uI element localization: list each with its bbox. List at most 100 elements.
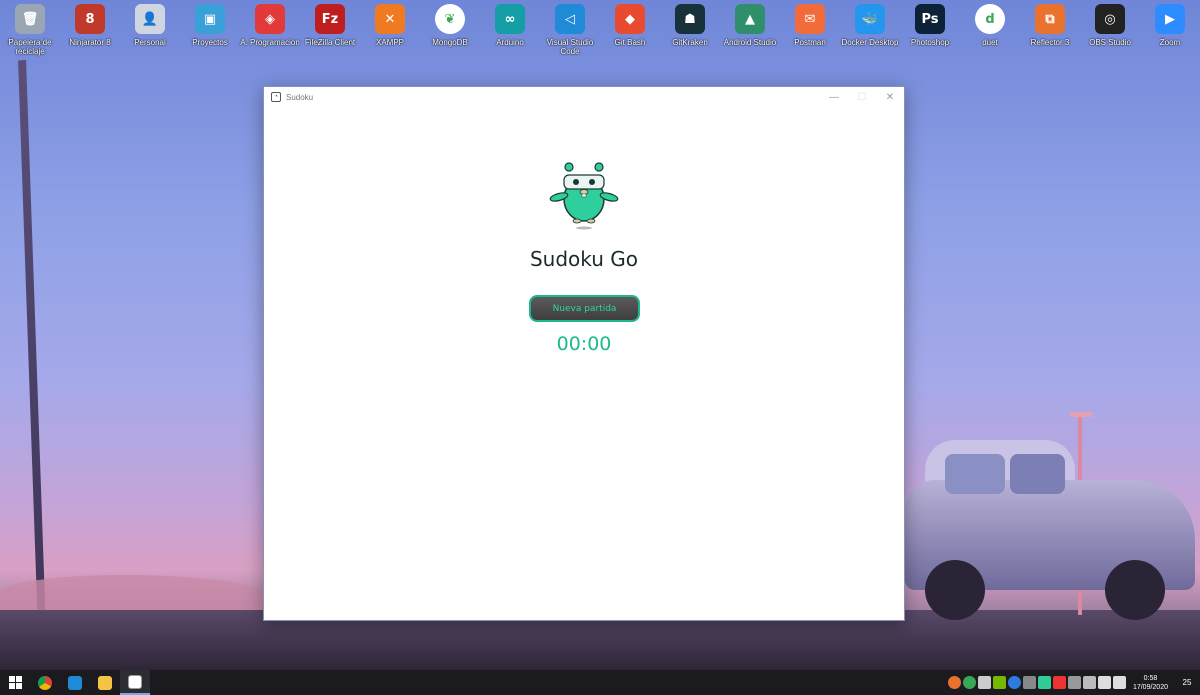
desktop-icon-label: duet (982, 38, 998, 47)
sudoku-window: ◔ Sudoku — ☐ ✕ Sudoku Go Nueva partida 0… (263, 86, 905, 621)
clock-time: 0:58 (1143, 674, 1158, 682)
new-game-button[interactable]: Nueva partida (529, 295, 640, 322)
taskbar-sudoku[interactable] (120, 670, 150, 695)
clock-date: 17/09/2020 (1132, 683, 1168, 691)
vscode-icon (68, 675, 82, 690)
app-icon: 🐳 (855, 4, 885, 34)
desktop-icon[interactable]: ▲ Android Studio (720, 4, 780, 47)
desktop-icon-label: Personal (134, 38, 166, 47)
notification-count: 25 (1182, 678, 1192, 687)
wallpaper-car (905, 440, 1200, 630)
close-button[interactable]: ✕ (876, 87, 904, 107)
app-icon: ◎ (1095, 4, 1125, 34)
wallpaper-hill (0, 575, 270, 615)
app-icon: 8 (75, 4, 105, 34)
maximize-button[interactable]: ☐ (848, 87, 876, 107)
chrome-icon (38, 675, 52, 690)
taskbar-vscode[interactable] (60, 670, 90, 695)
start-button[interactable] (0, 670, 30, 695)
desktop-icon-label: XAMPP (375, 38, 404, 47)
app-content: Sudoku Go Nueva partida 00:00 (264, 107, 904, 621)
desktop-icon-label: FileZilla Client (304, 38, 356, 47)
tray-app-icon-5[interactable] (1037, 676, 1051, 689)
app-icon: ✉ (795, 4, 825, 34)
desktop-icon-label: Photoshop (910, 38, 950, 47)
desktop-icon[interactable]: ◎ OBS Studio (1080, 4, 1140, 47)
taskbar-clock[interactable]: 0:58 17/09/2020 (1133, 674, 1168, 692)
app-icon: ▲ (735, 4, 765, 34)
wallpaper-pole (18, 60, 46, 630)
desktop-icon-label: OBS Studio (1089, 38, 1131, 47)
gopher-app-icon: ◔ (271, 92, 281, 102)
taskbar-file-explorer[interactable] (90, 670, 120, 695)
tray-app-icon-3[interactable] (977, 676, 991, 689)
desktop-icon-label: Git Bash (614, 38, 646, 47)
minimize-button[interactable]: — (820, 87, 848, 107)
desktop-icon[interactable]: Ps Photoshop (900, 4, 960, 47)
app-icon: Ps (915, 4, 945, 34)
desktop-icon[interactable]: ▣ Proyectos (180, 4, 240, 47)
desktop-icon-label: Docker Desktop (841, 38, 899, 47)
desktop-icon-label: Papelera de reciclaje (8, 38, 52, 56)
app-icon: 👤 (135, 4, 165, 34)
app-icon: ◁ (555, 4, 585, 34)
tray-nvidia-icon[interactable] (992, 676, 1006, 689)
desktop-icon[interactable]: Fz FileZilla Client (300, 4, 360, 47)
desktop-icon[interactable]: 8 Ninjarator 8 (60, 4, 120, 47)
tray-app-icon-2[interactable] (962, 676, 976, 689)
tray-bluetooth-icon[interactable] (1007, 676, 1021, 689)
app-icon: ⧉ (1035, 4, 1065, 34)
desktop-icon[interactable]: 🐳 Docker Desktop (840, 4, 900, 47)
desktop-icon[interactable]: ◆ Git Bash (600, 4, 660, 47)
window-title: Sudoku (286, 92, 314, 102)
tray-app-icon-4[interactable] (1022, 676, 1036, 689)
tray-app-icon-7[interactable] (1067, 676, 1081, 689)
app-icon: ▶ (1155, 4, 1185, 34)
desktop-icon[interactable]: ▶ Zoom (1140, 4, 1200, 47)
game-timer: 00:00 (556, 333, 612, 355)
desktop-icons: 🗑 Papelera de reciclaje 8 Ninjarator 8 👤 Pers… (0, 4, 1200, 60)
tray-app-icon-8[interactable] (1082, 676, 1096, 689)
desktop-icon[interactable]: ❦ MongoDB (420, 4, 480, 47)
folder-icon (98, 675, 112, 690)
tray-volume-icon[interactable] (1112, 676, 1126, 689)
desktop-icon-label: GitKraken (672, 38, 708, 47)
title-bar[interactable]: ◔ Sudoku — ☐ ✕ (264, 87, 904, 107)
desktop-icon[interactable]: ✕ XAMPP (360, 4, 420, 47)
desktop-icon[interactable]: ◈ A. Programacion (240, 4, 300, 47)
desktop-icon[interactable]: ✉ Postman (780, 4, 840, 47)
app-icon: ❦ (435, 4, 465, 34)
taskbar-chrome[interactable] (30, 670, 60, 695)
tray-app-icon-6[interactable] (1052, 676, 1066, 689)
desktop-icon[interactable]: 🗑 Papelera de reciclaje (0, 4, 60, 56)
desktop-icon-label: Zoom (1159, 38, 1181, 47)
desktop-icon[interactable]: ☗ GitKraken (660, 4, 720, 47)
app-icon: ☗ (675, 4, 705, 34)
desktop-icon[interactable]: 👤 Personal (120, 4, 180, 47)
desktop-icon-label: MongoDB (432, 38, 468, 47)
desktop-icon[interactable]: ∞ Arduino (480, 4, 540, 47)
desktop-icon[interactable]: ⧉ Reflector 3 (1020, 4, 1080, 47)
app-icon: Fz (315, 4, 345, 34)
gopher-icon (128, 674, 142, 689)
notification-center-button[interactable]: 25 (1174, 670, 1200, 695)
desktop-icon-label: Visual Studio Code (546, 38, 594, 56)
taskbar: 0:58 17/09/2020 25 (0, 670, 1200, 695)
desktop-icon-label: Postman (794, 38, 826, 47)
desktop-icon-label: Proyectos (192, 38, 228, 47)
app-icon: ◈ (255, 4, 285, 34)
system-tray: 0:58 17/09/2020 25 (947, 670, 1200, 695)
desktop-icon[interactable]: d duet (960, 4, 1020, 47)
app-icon: 🗑 (15, 4, 45, 34)
desktop-icon[interactable]: ◁ Visual Studio Code (540, 4, 600, 56)
app-icon: ▣ (195, 4, 225, 34)
tray-app-icon-1[interactable] (947, 676, 961, 689)
gopher-mascot-icon (549, 162, 619, 230)
app-icon: ✕ (375, 4, 405, 34)
app-title: Sudoku Go (529, 247, 639, 271)
desktop-icon-label: A. Programacion (240, 38, 300, 47)
app-icon: ◆ (615, 4, 645, 34)
desktop-icon-label: Reflector 3 (1030, 38, 1070, 47)
tray-network-icon[interactable] (1097, 676, 1111, 689)
app-icon: d (975, 4, 1005, 34)
